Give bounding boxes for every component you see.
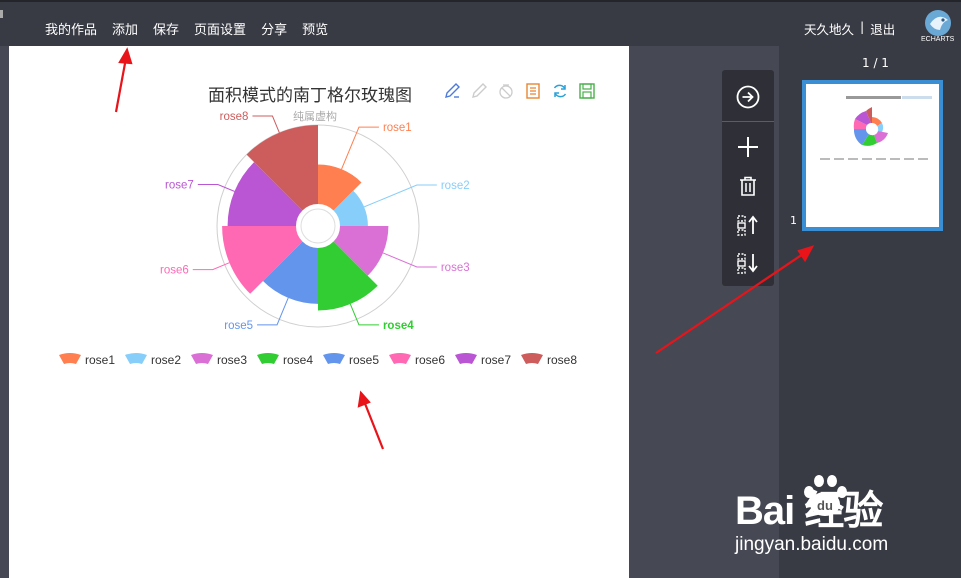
baidu-paw-icon: du — [804, 475, 847, 516]
arrow-head-thumbnail — [797, 245, 815, 263]
arrow-head-legend — [357, 390, 371, 408]
watermark-url: jingyan.baidu.com — [735, 534, 889, 555]
arrow-to-add-menu — [114, 57, 128, 113]
svg-text:du: du — [817, 498, 833, 513]
arrow-to-thumbnail — [655, 251, 807, 354]
baidu-watermark: du Bai 经验 jingyan.baidu.com — [735, 475, 888, 555]
arrow-to-legend — [362, 400, 385, 450]
arrow-head-add — [118, 47, 133, 65]
